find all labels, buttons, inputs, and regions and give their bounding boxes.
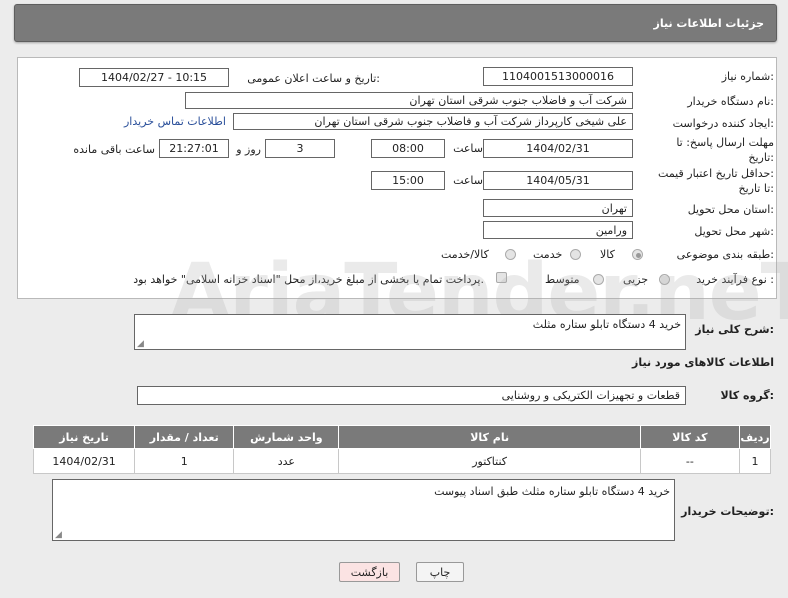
category-option-goods-service: کالا/خدمت xyxy=(441,248,489,261)
goods-group-label: گروه کالا: xyxy=(720,389,774,402)
col-qty-header: تعداد / مقدار xyxy=(134,425,235,449)
price-validity-date-field[interactable]: 1404/05/31 xyxy=(483,171,633,190)
page-header: جزئیات اطلاعات نیاز xyxy=(14,4,777,42)
resize-grip-icon[interactable]: ◢ xyxy=(137,340,144,349)
goods-table: ردیف کد کالا نام کالا واحد شمارش تعداد /… xyxy=(32,425,772,474)
table-header-row: ردیف کد کالا نام کالا واحد شمارش تعداد /… xyxy=(32,425,772,449)
page-title: جزئیات اطلاعات نیاز xyxy=(653,16,765,30)
price-validity-label-line1: حداقل تاریخ اعتبار قیمت: xyxy=(658,167,774,180)
col-date-header: تاریخ نیاز xyxy=(32,425,136,449)
cell-date: 1404/02/31 xyxy=(32,448,136,474)
col-unit-header: واحد شمارش xyxy=(233,425,340,449)
price-validity-time-field[interactable]: 15:00 xyxy=(371,171,445,190)
price-validity-label-line2: تا تاریخ: xyxy=(738,182,774,195)
delivery-city-label: شهر محل تحویل: xyxy=(694,225,774,238)
creator-field[interactable]: علی شیخی کارپرداز شرکت آب و فاضلاب جنوب … xyxy=(233,113,633,130)
creator-label: ایجاد کننده درخواست: xyxy=(672,117,774,130)
col-code-header: کد کالا xyxy=(639,425,740,449)
announce-field[interactable]: 1404/02/27 - 10:15 xyxy=(79,68,229,87)
reply-time-field[interactable]: 08:00 xyxy=(371,139,445,158)
category-label: طبقه بندی موضوعی: xyxy=(676,248,774,261)
reply-date-field[interactable]: 1404/02/31 xyxy=(483,139,633,158)
category-option-goods: کالا xyxy=(600,248,615,261)
buyer-contact-link[interactable]: اطلاعات تماس خریدار xyxy=(124,115,226,128)
category-radio-goods-service[interactable] xyxy=(505,249,516,260)
announce-label: تاریخ و ساعت اعلان عمومی: xyxy=(247,72,380,85)
cell-name: کنتاکتور xyxy=(338,448,641,474)
treasury-payment-note: پرداخت تمام یا بخشی از مبلغ خرید،از محل … xyxy=(133,273,484,286)
reply-days-label: روز و xyxy=(236,143,261,156)
col-name-header: نام کالا xyxy=(338,425,641,449)
process-radio-medium[interactable] xyxy=(593,274,604,285)
price-validity-time-label: ساعت xyxy=(453,174,483,187)
resize-grip-icon[interactable]: ◢ xyxy=(55,531,62,540)
reply-deadline-label-line2: تاریخ: xyxy=(748,151,774,164)
category-radio-goods[interactable] xyxy=(632,249,643,260)
reply-deadline-label-line1: مهلت ارسال پاسخ: تا xyxy=(676,136,774,149)
description-textarea[interactable]: خرید 4 دستگاه تابلو ستاره مثلث ◢ xyxy=(134,314,686,350)
print-button[interactable]: چاپ xyxy=(416,562,464,582)
goods-group-field[interactable]: قطعات و تجهیزات الکتریکی و روشنایی xyxy=(137,386,686,405)
cell-unit: عدد xyxy=(233,448,340,474)
process-option-medium: متوسط xyxy=(545,273,580,286)
delivery-province-field[interactable]: تهران xyxy=(483,199,633,217)
treasury-payment-checkbox[interactable] xyxy=(496,272,507,283)
goods-section-title: اطلاعات کالاهای مورد نیاز xyxy=(632,356,774,369)
cell-row: 1 xyxy=(738,448,772,474)
col-row-header: ردیف xyxy=(738,425,772,449)
reply-time-label: ساعت xyxy=(453,142,483,155)
buyer-notes-text: خرید 4 دستگاه تابلو ستاره مثلث طبق اسناد… xyxy=(434,485,670,498)
description-label: شرح کلی نیاز: xyxy=(695,323,774,336)
reply-remaining-field[interactable]: 21:27:01 xyxy=(159,139,229,158)
cell-code: -- xyxy=(639,448,740,474)
category-option-service: خدمت xyxy=(533,248,563,261)
buyer-org-field[interactable]: شرکت آب و فاضلاب جنوب شرقی استان تهران xyxy=(185,92,633,109)
reply-days-field[interactable]: 3 xyxy=(265,139,335,158)
category-radio-service[interactable] xyxy=(570,249,581,260)
cell-qty: 1 xyxy=(134,448,235,474)
buyer-notes-label: توضیحات خریدار: xyxy=(681,505,774,518)
delivery-city-field[interactable]: ورامین xyxy=(483,221,633,239)
table-row[interactable]: 1 -- کنتاکتور عدد 1 1404/02/31 xyxy=(32,448,772,474)
need-number-field[interactable]: 1104001513000016 xyxy=(483,67,633,86)
process-label: نوع فرآیند خرید : xyxy=(696,273,774,286)
reply-remaining-label: ساعت باقی مانده xyxy=(73,143,155,156)
buyer-org-label: نام دستگاه خریدار: xyxy=(687,95,774,108)
delivery-province-label: استان محل تحویل: xyxy=(687,203,774,216)
process-option-minor: جزیی xyxy=(623,273,649,286)
buyer-notes-textarea[interactable]: خرید 4 دستگاه تابلو ستاره مثلث طبق اسناد… xyxy=(52,479,675,541)
process-radio-minor[interactable] xyxy=(659,274,670,285)
back-button[interactable]: بازگشت xyxy=(339,562,400,582)
need-number-label: شماره نیاز: xyxy=(721,70,774,83)
description-text: خرید 4 دستگاه تابلو ستاره مثلث xyxy=(532,318,681,331)
